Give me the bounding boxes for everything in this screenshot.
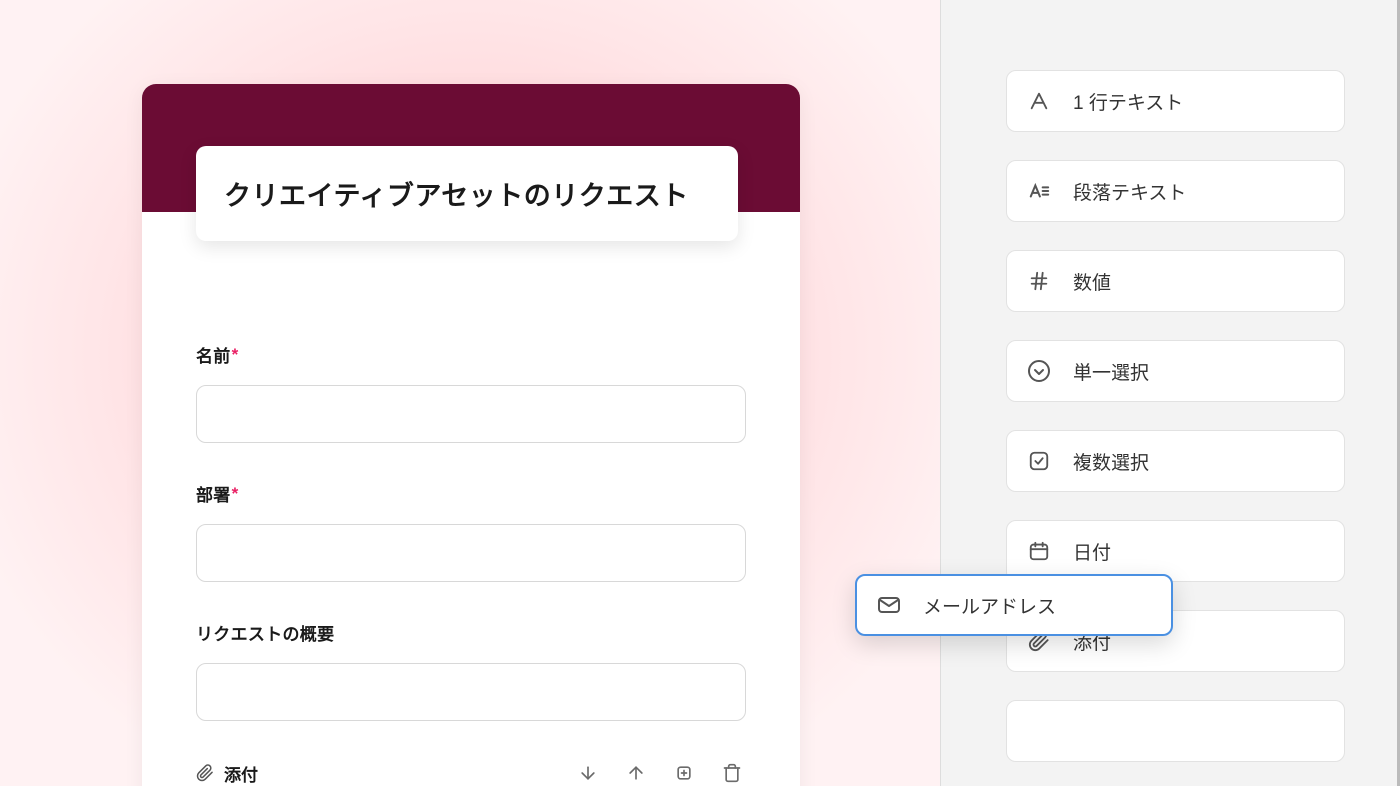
chevron-down-circle-icon bbox=[1027, 359, 1051, 383]
move-up-button[interactable] bbox=[622, 759, 650, 786]
calendar-icon bbox=[1027, 539, 1051, 563]
field-department-group: 部署* bbox=[196, 481, 746, 582]
form-container: クリエイティブアセットのリクエスト 名前* 部署* リクエストの概要 bbox=[142, 84, 800, 786]
form-title: クリエイティブアセットのリクエスト bbox=[224, 174, 710, 213]
field-type-multi-select[interactable]: 複数選択 bbox=[1006, 430, 1345, 492]
field-type-single-select[interactable]: 単一選択 bbox=[1006, 340, 1345, 402]
move-down-button[interactable] bbox=[574, 759, 602, 786]
field-name-group: 名前* bbox=[196, 342, 746, 443]
field-attachment-label: 添付 bbox=[196, 761, 258, 786]
attachment-row: 添付 bbox=[196, 759, 746, 786]
field-summary-label: リクエストの概要 bbox=[196, 620, 746, 645]
field-type-placeholder-slot bbox=[1006, 700, 1345, 762]
field-name-label: 名前* bbox=[196, 342, 746, 367]
field-attachment-group: 添付 bbox=[196, 759, 746, 786]
field-type-number[interactable]: 数値 bbox=[1006, 250, 1345, 312]
duplicate-button[interactable] bbox=[670, 759, 698, 786]
paperclip-icon bbox=[196, 763, 214, 783]
field-department-input[interactable] bbox=[196, 524, 746, 582]
field-department-label: 部署* bbox=[196, 481, 746, 506]
paragraph-icon bbox=[1027, 179, 1051, 203]
field-type-single-line-text[interactable]: 1 行テキスト bbox=[1006, 70, 1345, 132]
form-preview-panel: クリエイティブアセットのリクエスト 名前* 部署* リクエストの概要 bbox=[0, 0, 940, 786]
text-icon bbox=[1027, 89, 1051, 113]
delete-button[interactable] bbox=[718, 759, 746, 786]
checkbox-icon bbox=[1027, 449, 1051, 473]
field-type-date[interactable]: 日付 bbox=[1006, 520, 1345, 582]
field-summary-input[interactable] bbox=[196, 663, 746, 721]
field-type-email-dragging[interactable]: メールアドレス bbox=[855, 574, 1173, 636]
hash-icon bbox=[1027, 269, 1051, 293]
required-mark: * bbox=[232, 345, 239, 365]
mail-icon bbox=[877, 593, 901, 617]
field-summary-group: リクエストの概要 bbox=[196, 620, 746, 721]
field-type-list: 1 行テキスト 段落テキスト 数値 単一選択 複数選択 bbox=[1006, 70, 1345, 762]
form-title-card: クリエイティブアセットのリクエスト bbox=[196, 146, 738, 241]
field-actions bbox=[574, 759, 746, 786]
form-body: 名前* 部署* リクエストの概要 bbox=[142, 212, 800, 786]
field-type-paragraph-text[interactable]: 段落テキスト bbox=[1006, 160, 1345, 222]
required-mark: * bbox=[232, 484, 239, 504]
field-name-input[interactable] bbox=[196, 385, 746, 443]
field-type-sidebar: 1 行テキスト 段落テキスト 数値 単一選択 複数選択 bbox=[940, 0, 1400, 786]
